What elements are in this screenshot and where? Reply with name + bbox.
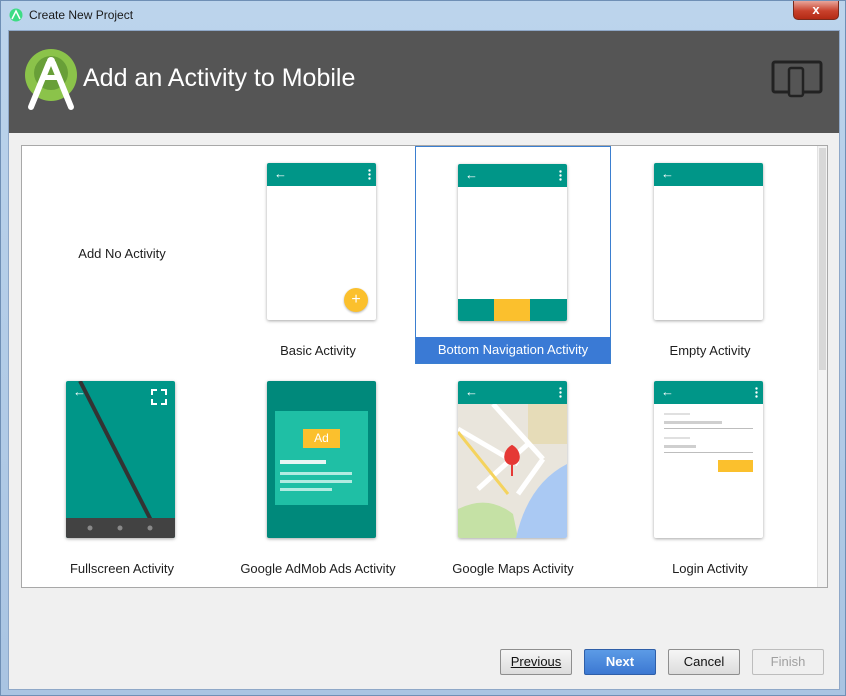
wizard-header: Add an Activity to Mobile (9, 31, 839, 133)
title-bar: Create New Project x (1, 1, 845, 29)
arrow-back-icon: ← (661, 384, 674, 399)
tile-google-maps-activity[interactable]: ← Google Maps Activity (415, 364, 611, 582)
close-button[interactable]: x (793, 1, 839, 20)
app-bar: ← (458, 381, 567, 404)
android-studio-logo (25, 49, 77, 110)
overflow-menu-icon (559, 387, 562, 398)
page-title: Add an Activity to Mobile (83, 64, 356, 92)
preview-empty: ← (654, 163, 763, 320)
tile-add-no-activity[interactable]: Add No Activity (24, 146, 220, 364)
preview-bottom-navigation: ← (458, 164, 567, 321)
arrow-back-icon: ← (73, 384, 86, 399)
tile-label: Bottom Navigation Activity (416, 337, 610, 363)
phone-tablet-icon (771, 60, 823, 98)
preview-maps: ← (458, 381, 567, 538)
tile-label: Add No Activity (78, 246, 166, 261)
dialog-client-area: Add an Activity to Mobile Add No Activit… (8, 30, 840, 690)
dialog-window: Create New Project x Add an Activity to … (0, 0, 846, 696)
tile-label: Fullscreen Activity (69, 561, 175, 576)
tile-label: Google AdMob Ads Activity (240, 561, 396, 576)
previous-button-label: Previous (510, 654, 562, 669)
next-button[interactable]: Next (584, 649, 656, 675)
next-button-label: Next (605, 654, 635, 669)
bottom-navigation-bar (458, 299, 567, 321)
fab-add-icon: + (344, 288, 368, 312)
map-graphic (458, 404, 567, 538)
tile-login-activity[interactable]: ← Login Activity (612, 364, 808, 582)
scrollbar-thumb[interactable] (819, 148, 826, 370)
android-studio-icon (9, 8, 23, 22)
finish-button[interactable]: Finish (752, 649, 824, 675)
activity-gallery: Add No Activity ← + Basic Activity ← Bot… (21, 145, 828, 588)
cancel-button[interactable]: Cancel (668, 649, 740, 675)
previous-button[interactable]: Previous (500, 649, 572, 675)
gallery-scrollbar[interactable] (817, 146, 827, 587)
tile-label: Empty Activity (669, 343, 751, 358)
bottom-nav-selected-item (494, 299, 530, 321)
tile-label: Basic Activity (280, 343, 356, 358)
overflow-menu-icon (755, 387, 758, 398)
app-bar: ← (267, 163, 376, 186)
preview-basic: ← + (267, 163, 376, 320)
tile-fullscreen-activity[interactable]: ← Fullscreen Activity (24, 364, 220, 582)
tile-bottom-navigation-activity[interactable]: ← Bottom Navigation Activity (415, 146, 611, 364)
preview-admob: Ad (267, 381, 376, 538)
arrow-back-icon: ← (274, 166, 287, 181)
preview-login: ← (654, 381, 763, 538)
ad-card-graphic (275, 411, 368, 505)
tile-admob-activity[interactable]: Ad Google AdMob Ads Activity (220, 364, 416, 582)
overflow-menu-icon (559, 170, 562, 181)
tile-label: Google Maps Activity (452, 561, 574, 576)
app-bar: ← (458, 164, 567, 187)
arrow-back-icon: ← (465, 167, 478, 182)
cancel-button-label: Cancel (683, 654, 725, 669)
app-bar: ← (654, 381, 763, 404)
arrow-back-icon: ← (661, 166, 674, 181)
overflow-menu-icon (368, 169, 371, 180)
arrow-back-icon: ← (465, 384, 478, 399)
fullscreen-icon (151, 389, 167, 405)
tile-label: Login Activity (672, 561, 748, 576)
finish-button-label: Finish (770, 654, 806, 669)
app-bar: ← (654, 163, 763, 186)
preview-fullscreen: ← (66, 381, 175, 538)
tile-basic-activity[interactable]: ← + Basic Activity (220, 146, 416, 364)
ad-badge: Ad (303, 429, 340, 448)
login-form-graphic (664, 413, 753, 472)
window-title: Create New Project (29, 8, 134, 22)
tile-empty-activity[interactable]: ← Empty Activity (612, 146, 808, 364)
